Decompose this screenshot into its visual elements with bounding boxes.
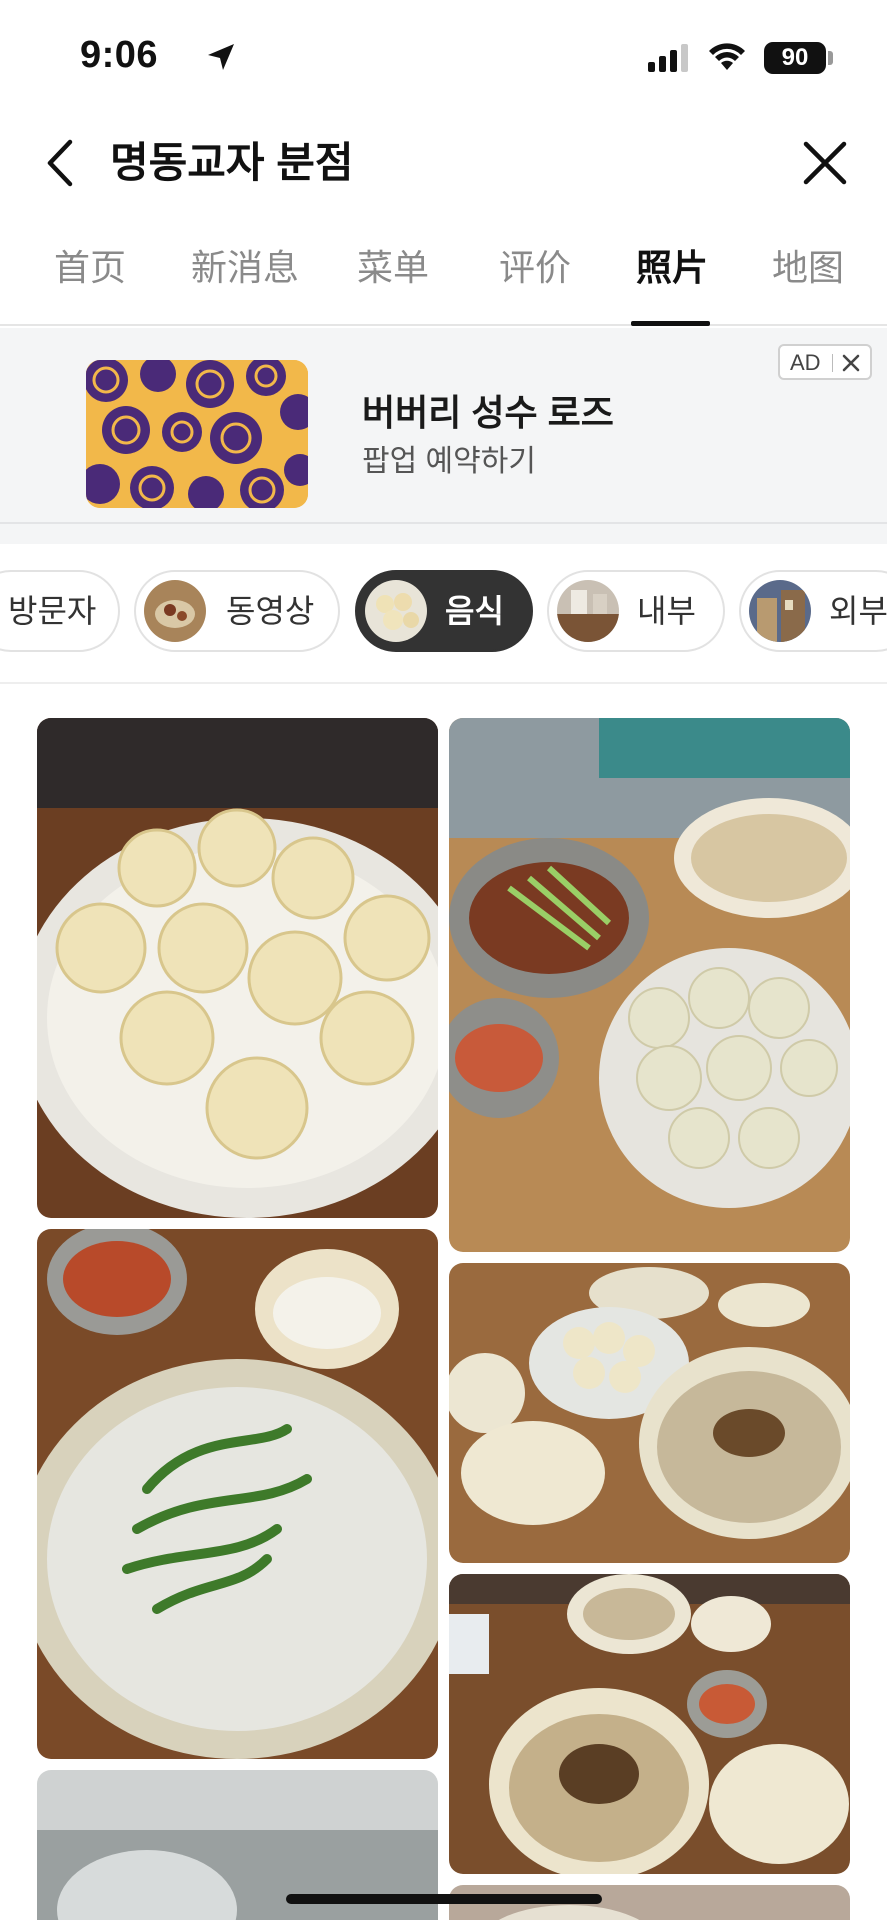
photo-grid xyxy=(0,684,887,1920)
ad-label: AD xyxy=(790,350,821,375)
chip-label: 외부 xyxy=(829,593,887,629)
tab-reviews[interactable]: 评价 xyxy=(499,244,571,292)
ad-badge-divider xyxy=(832,354,833,372)
chip-label: 방문자 xyxy=(8,593,97,629)
chip-visitor[interactable]: 방문자 xyxy=(0,570,120,652)
photo-dumplings-steamer[interactable] xyxy=(37,718,438,1218)
ad-banner[interactable]: 버버리 성수 로즈 팝업 예약하기 AD xyxy=(0,328,887,524)
ad-badge[interactable]: AD xyxy=(778,344,872,380)
photo-meal-spread[interactable] xyxy=(449,718,850,1252)
header: 명동교자 분점 xyxy=(0,112,887,214)
photo-kongguksu[interactable] xyxy=(37,1229,438,1759)
active-tab-indicator xyxy=(631,321,710,326)
photo-filter-chips: 방문자 동영상 음식 내부 외부 xyxy=(0,544,887,684)
ad-title: 버버리 성수 로즈 xyxy=(362,392,614,433)
tab-bar: 首页 新消息 菜单 评价 照片 地图 xyxy=(0,232,887,326)
home-indicator xyxy=(286,1894,602,1904)
chip-thumbnail xyxy=(557,580,619,642)
page-title: 명동교자 분점 xyxy=(110,139,354,186)
chip-thumbnail xyxy=(749,580,811,642)
chip-interior[interactable]: 내부 xyxy=(547,570,725,652)
tab-home[interactable]: 首页 xyxy=(54,244,126,292)
ad-image xyxy=(86,360,308,508)
chip-label: 동영상 xyxy=(226,593,315,629)
chip-video[interactable]: 동영상 xyxy=(134,570,340,652)
tab-news[interactable]: 新消息 xyxy=(191,244,299,292)
location-arrow-icon xyxy=(208,44,234,70)
tab-menu[interactable]: 菜单 xyxy=(357,244,429,292)
ad-close-icon[interactable] xyxy=(840,352,862,374)
status-time: 9:06 xyxy=(80,34,159,76)
chip-thumbnail xyxy=(144,580,206,642)
wifi-icon xyxy=(709,43,745,70)
tab-photos[interactable]: 照片 xyxy=(636,244,708,292)
chip-thumbnail xyxy=(365,580,427,642)
close-icon[interactable] xyxy=(800,138,850,188)
chip-exterior[interactable]: 외부 xyxy=(739,570,887,652)
chevron-left-icon[interactable] xyxy=(40,136,84,190)
status-bar: 9:06 90 xyxy=(0,0,887,112)
ad-subtitle: 팝업 예약하기 xyxy=(362,445,536,478)
cellular-signal-icon xyxy=(648,44,688,72)
tab-map[interactable]: 地图 xyxy=(772,244,844,292)
section-divider xyxy=(0,524,887,544)
battery-level: 90 xyxy=(764,42,826,74)
photo-table-dumplings-soup[interactable] xyxy=(449,1263,850,1563)
chip-label: 내부 xyxy=(637,593,696,629)
photo-kalguksu-table[interactable] xyxy=(449,1574,850,1874)
chip-label: 음식 xyxy=(445,593,504,629)
chip-food[interactable]: 음식 xyxy=(355,570,533,652)
battery-cap xyxy=(828,51,833,65)
